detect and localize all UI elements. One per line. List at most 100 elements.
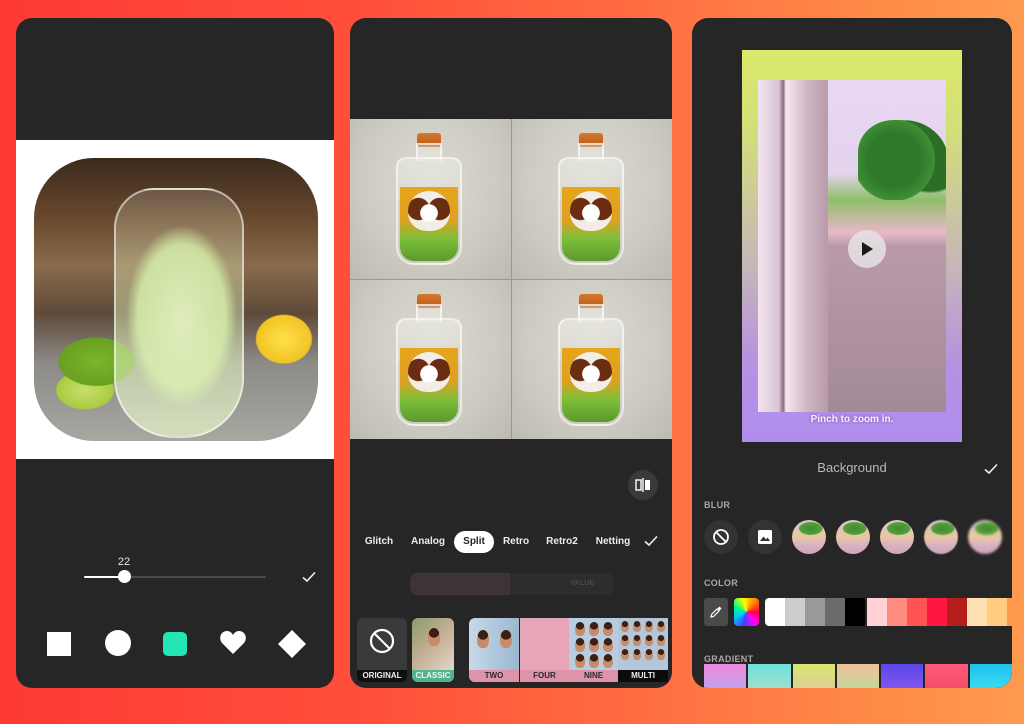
portrait-thumbnail xyxy=(657,621,665,632)
lemonade-photo[interactable] xyxy=(34,158,318,441)
shape-picker xyxy=(16,630,334,660)
pitcher-image xyxy=(114,188,244,438)
compare-button[interactable] xyxy=(628,470,658,500)
preset-four[interactable]: FOUR xyxy=(520,618,569,682)
gradient-swatch[interactable] xyxy=(748,664,791,688)
gradient-options xyxy=(704,664,1012,688)
color-section-label: COLOR xyxy=(704,578,738,588)
split-preview-grid[interactable] xyxy=(350,119,672,439)
tab-netting[interactable]: Netting xyxy=(592,531,634,553)
eyedropper-button[interactable] xyxy=(704,598,728,626)
portrait-thumbnail xyxy=(645,621,653,632)
tab-glitch[interactable]: Glitch xyxy=(360,531,398,553)
blur-level-4[interactable] xyxy=(924,520,958,554)
gradient-swatch[interactable] xyxy=(792,664,835,688)
tab-split[interactable]: Split xyxy=(454,531,494,553)
bus-image xyxy=(758,80,828,412)
corner-radius-slider[interactable] xyxy=(84,570,266,583)
preset-label: NINE xyxy=(569,670,618,682)
portrait-thumbnail xyxy=(633,649,641,660)
color-swatch[interactable] xyxy=(907,598,927,626)
preset-nine[interactable]: NINE xyxy=(569,618,618,682)
blur-level-1[interactable] xyxy=(792,520,826,554)
color-swatch[interactable] xyxy=(867,598,887,626)
preset-classic[interactable]: CLASSIC xyxy=(412,618,454,682)
panel-title: Background xyxy=(817,460,887,475)
preset-label: MULTI xyxy=(618,670,668,682)
heart-shape-button[interactable] xyxy=(219,630,246,656)
split-cell xyxy=(350,119,511,279)
portrait-thumbnail xyxy=(633,635,641,646)
portrait-thumbnail xyxy=(603,638,613,652)
no-blur-icon xyxy=(713,529,729,545)
portrait-thumbnail xyxy=(621,621,629,632)
portrait-thumbnail xyxy=(621,649,629,660)
slider-thumb[interactable] xyxy=(118,570,132,583)
circle-shape-button[interactable] xyxy=(105,630,131,656)
confirm-button[interactable] xyxy=(300,568,318,586)
preset-two[interactable]: TWO xyxy=(469,618,519,682)
check-icon xyxy=(644,535,658,547)
blur-section-label: BLUR xyxy=(704,500,731,510)
check-icon xyxy=(302,571,316,583)
diamond-shape-button[interactable] xyxy=(278,630,306,658)
portrait-thumbnail xyxy=(621,635,629,646)
portrait-thumbnail xyxy=(500,630,512,648)
gradient-swatch[interactable] xyxy=(836,664,880,688)
confirm-button[interactable] xyxy=(642,532,660,550)
background-panel: Background BLUR COLOR GRADIENT xyxy=(692,448,1012,688)
dog-image xyxy=(408,351,450,392)
square-shape-button[interactable] xyxy=(47,632,71,656)
portrait-thumbnail xyxy=(428,628,440,646)
gradient-swatch[interactable] xyxy=(925,664,968,688)
blur-level-2[interactable] xyxy=(836,520,870,554)
color-swatch[interactable] xyxy=(825,598,845,626)
blur-level-3[interactable] xyxy=(880,520,914,554)
color-swatch[interactable] xyxy=(947,598,967,626)
color-swatch[interactable] xyxy=(765,598,785,626)
tab-analog[interactable]: Analog xyxy=(408,531,448,553)
color-swatch[interactable] xyxy=(785,598,805,626)
color-picker-button[interactable] xyxy=(734,598,759,626)
split-cell xyxy=(511,119,672,279)
value-label: VALUE xyxy=(570,580,594,587)
dog-image xyxy=(569,191,612,231)
color-swatch[interactable] xyxy=(987,598,1007,626)
blur-options xyxy=(704,520,1012,556)
rounded-square-shape-button[interactable] xyxy=(163,632,187,656)
heart-icon xyxy=(220,631,246,654)
gradient-swatch[interactable] xyxy=(881,664,924,688)
gradient-swatch[interactable] xyxy=(704,664,747,688)
color-swatch[interactable] xyxy=(887,598,907,626)
color-swatch[interactable] xyxy=(845,598,865,626)
effect-editor-screen: Glitch Analog Split Retro Retro2 Netting… xyxy=(350,18,672,688)
no-blur-button[interactable] xyxy=(704,520,738,554)
check-icon xyxy=(984,463,998,475)
preset-multi[interactable]: MULTI xyxy=(618,618,668,682)
color-swatch[interactable] xyxy=(805,598,825,626)
background-editor-screen: Pinch to zoom in. Background BLUR COLOR xyxy=(692,18,1012,688)
slider-value: 22 xyxy=(117,556,131,568)
effect-value-slider[interactable]: VALUE xyxy=(410,573,614,595)
image-background-button[interactable] xyxy=(748,520,782,554)
color-swatch[interactable] xyxy=(1007,598,1012,626)
portrait-thumbnail xyxy=(589,638,599,652)
dog-image xyxy=(408,191,450,231)
tab-retro2[interactable]: Retro2 xyxy=(542,531,582,553)
dog-image xyxy=(569,351,612,392)
blur-level-5[interactable] xyxy=(968,520,1002,554)
play-button[interactable] xyxy=(848,230,886,268)
tab-retro[interactable]: Retro xyxy=(500,531,532,553)
preset-label: CLASSIC xyxy=(412,670,454,682)
preset-original[interactable]: ORIGINAL xyxy=(357,618,407,682)
color-swatches xyxy=(765,598,1012,626)
portrait-thumbnail xyxy=(603,622,613,636)
preset-label: FOUR xyxy=(520,670,569,682)
preset-label: ORIGINAL xyxy=(357,670,407,682)
color-swatch[interactable] xyxy=(927,598,947,626)
preset-label: TWO xyxy=(469,670,519,682)
video-preview[interactable] xyxy=(758,80,946,412)
gradient-swatch[interactable] xyxy=(969,664,1012,688)
confirm-button[interactable] xyxy=(982,460,1000,478)
color-swatch[interactable] xyxy=(967,598,987,626)
